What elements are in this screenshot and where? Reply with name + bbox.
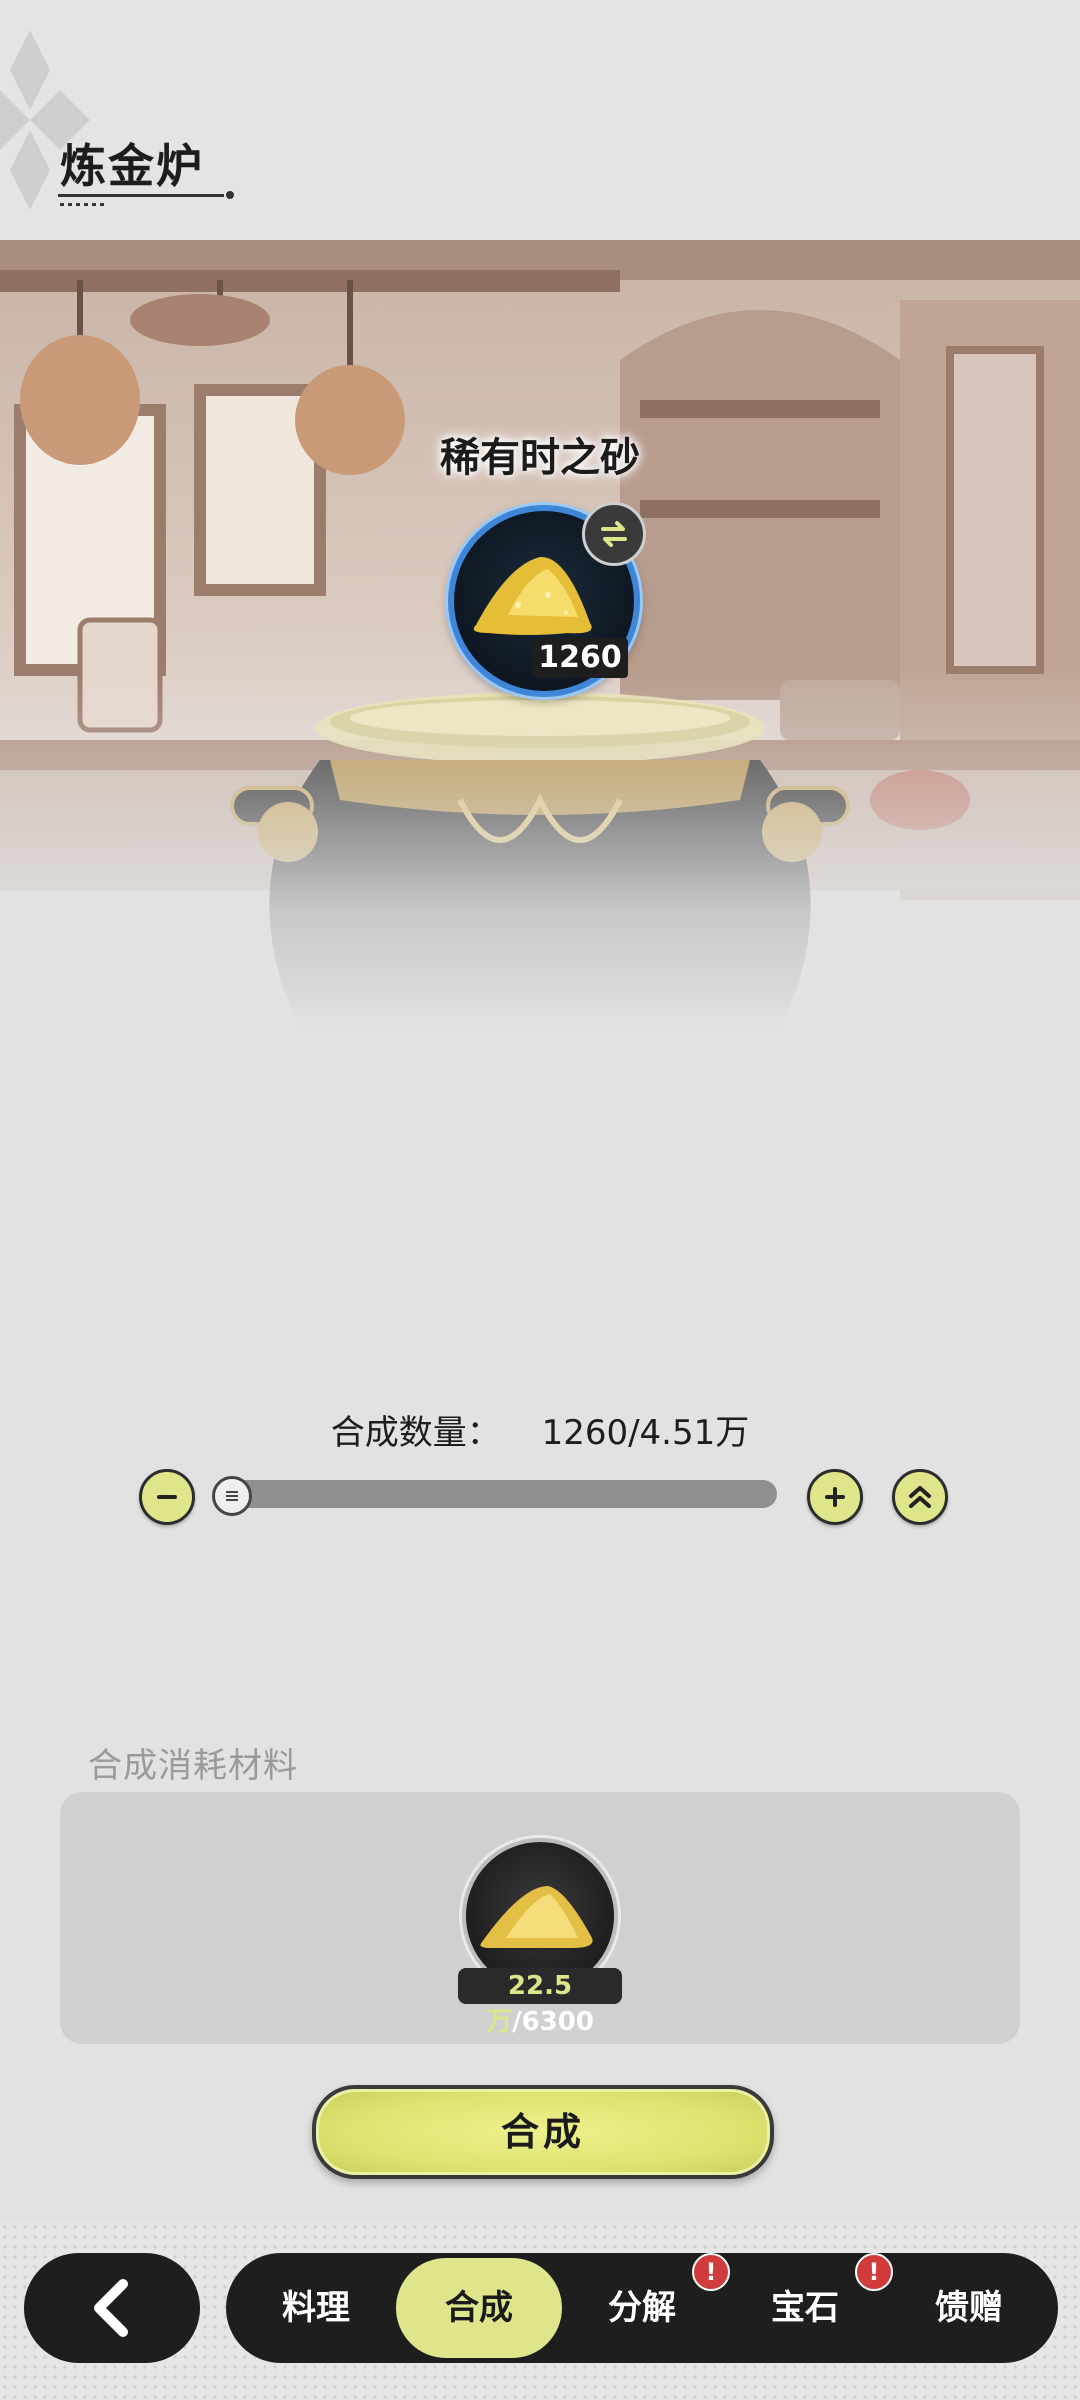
back-button[interactable] xyxy=(24,2253,200,2363)
quantity-value: 1260/4.51万 xyxy=(541,1413,750,1453)
tab-bar: 料理 合成 分解 宝石 馈赠 xyxy=(226,2253,1058,2363)
back-arrow-icon xyxy=(94,2279,128,2337)
max-button[interactable] xyxy=(892,1469,948,1525)
gold-sand-icon xyxy=(480,1886,593,1948)
material-count: 22.5万/6300 xyxy=(458,1968,622,2037)
tab-cooking[interactable]: 料理 xyxy=(241,2253,391,2363)
product-count: 1260 xyxy=(532,638,628,678)
page-title: 炼金炉 xyxy=(60,139,204,193)
tab-gift[interactable]: 馈赠 xyxy=(894,2253,1044,2363)
quantity-slider-track[interactable] xyxy=(215,1480,777,1508)
material-separator: / xyxy=(512,2007,522,2037)
quantity-label: 合成数量： xyxy=(330,1413,501,1453)
slider-grip-icon xyxy=(226,1491,238,1501)
materials-title: 合成消耗材料 xyxy=(88,1746,298,1786)
product-name: 稀有时之砂 xyxy=(440,435,640,481)
material-required: 6300 xyxy=(521,2007,594,2037)
title-underline xyxy=(58,191,234,199)
minus-icon xyxy=(157,1495,177,1499)
title-dots xyxy=(60,203,106,206)
swap-button[interactable] xyxy=(582,502,646,566)
gem-alert-badge: ! xyxy=(855,2253,893,2291)
quantity-row: 合成数量： 1260/4.51万 xyxy=(0,1405,1080,1454)
decrease-button[interactable] xyxy=(139,1469,195,1525)
increase-button[interactable] xyxy=(807,1469,863,1525)
swap-icon xyxy=(601,521,627,547)
quantity-slider-thumb[interactable] xyxy=(212,1476,252,1516)
decompose-alert-badge: ! xyxy=(692,2253,730,2291)
header: 炼金炉 xyxy=(0,0,1080,240)
synthesize-button[interactable]: 合成 xyxy=(312,2085,774,2179)
plus-icon xyxy=(825,1487,845,1507)
double-chevron-up-icon xyxy=(909,1486,931,1508)
quantity-slider-area xyxy=(0,1465,1080,1535)
tab-synthesis[interactable]: 合成 xyxy=(396,2258,562,2358)
